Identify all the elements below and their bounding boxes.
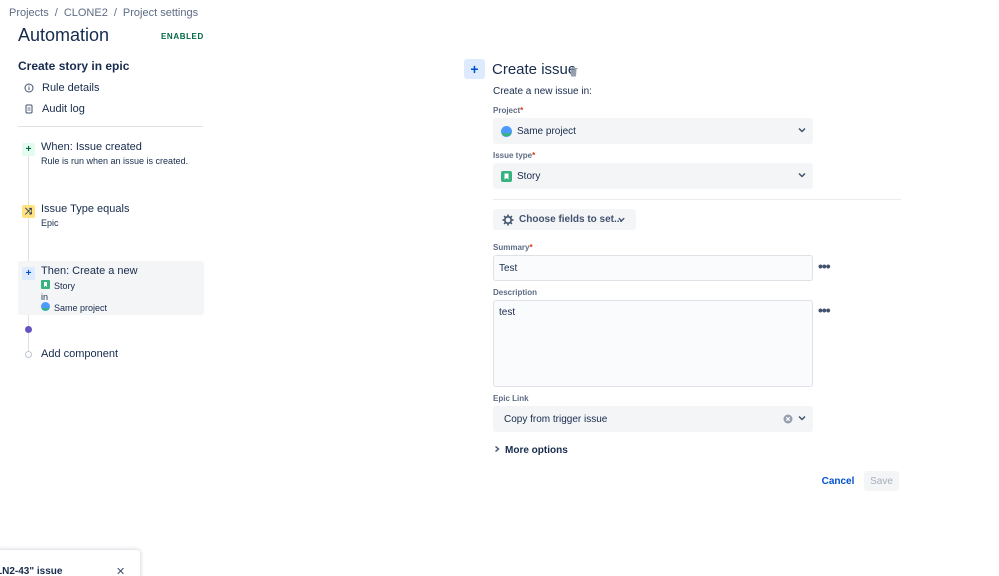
trash-icon[interactable]	[569, 64, 578, 80]
description-more-button[interactable]: •••	[818, 302, 831, 318]
project-select-value: Same project	[517, 125, 576, 137]
flow-add-dot[interactable]	[25, 326, 32, 333]
audit-log-label: Audit log	[42, 103, 85, 115]
story-icon	[41, 280, 50, 291]
action-issue-type: Story	[41, 280, 75, 291]
more-options-label: More options	[505, 445, 568, 456]
more-options-toggle[interactable]: More options	[493, 445, 568, 456]
flow-end-dot	[25, 351, 32, 358]
breadcrumb-project-settings[interactable]: Project settings	[123, 7, 198, 19]
trigger-component[interactable]: + When: Issue created Rule is run when a…	[18, 141, 204, 171]
breadcrumb: Projects / CLONE2 / Project settings	[9, 7, 198, 19]
epic-link-label: Epic Link	[493, 394, 529, 403]
sidebar-divider	[18, 126, 203, 127]
gear-icon	[502, 214, 514, 226]
close-icon[interactable]: ✕	[116, 565, 125, 576]
info-icon	[24, 83, 34, 93]
flow-connector-line	[28, 148, 29, 354]
project-label: Project*	[493, 106, 524, 115]
globe-icon	[41, 302, 50, 313]
shuffle-icon: ⤨	[22, 205, 35, 218]
project-select[interactable]: Same project	[493, 118, 813, 144]
action-project-label: Same project	[54, 302, 108, 313]
cancel-button[interactable]: Cancel	[818, 471, 858, 491]
issue-type-select[interactable]: Story	[493, 163, 813, 189]
condition-component[interactable]: ⤨ Issue Type equals Epic	[18, 203, 204, 233]
action-component[interactable]: + Then: Create a new Story in Same proje…	[18, 265, 204, 315]
rule-name: Create story in epic	[18, 59, 130, 73]
chevron-down-icon	[797, 413, 807, 426]
trigger-title: When: Issue created	[41, 141, 142, 153]
chevron-down-icon	[797, 170, 807, 183]
chevron-down-icon	[797, 125, 807, 138]
epic-link-select[interactable]: Copy from trigger issue	[493, 406, 813, 432]
epic-link-value: Copy from trigger issue	[504, 413, 608, 425]
action-issue-type-label: Story	[54, 280, 76, 291]
plus-icon: +	[464, 59, 485, 79]
panel-title: Create issue	[492, 61, 577, 78]
globe-icon	[501, 125, 512, 137]
trigger-plus-icon: +	[22, 143, 35, 156]
summary-more-button[interactable]: •••	[818, 258, 831, 274]
breadcrumb-clone2[interactable]: CLONE2	[64, 7, 108, 19]
action-title: Then: Create a new	[41, 265, 138, 277]
rule-details-label: Rule details	[42, 82, 100, 94]
panel-intro: Create a new issue in:	[493, 86, 592, 97]
status-badge[interactable]: ENABLED	[158, 31, 207, 42]
description-label: Description	[493, 288, 538, 297]
chevron-down-icon	[617, 215, 626, 227]
audit-log-link[interactable]: Audit log	[24, 103, 85, 115]
action-project: Same project	[41, 302, 107, 313]
issue-type-select-value: Story	[517, 170, 541, 182]
summary-label: Summary*	[493, 243, 533, 252]
add-component-link[interactable]: Add component	[41, 348, 118, 360]
toast-notification: LN2-43" issue ✕	[0, 550, 140, 576]
breadcrumb-projects[interactable]: Projects	[9, 7, 49, 19]
condition-subtitle: Epic	[41, 218, 59, 228]
choose-fields-button[interactable]: Choose fields to set...	[493, 209, 636, 230]
document-icon	[24, 104, 34, 114]
panel-divider	[493, 199, 901, 200]
condition-title: Issue Type equals	[41, 203, 130, 215]
story-icon	[501, 170, 512, 182]
action-plus-icon: +	[22, 267, 35, 280]
save-button[interactable]: Save	[864, 471, 899, 491]
description-textarea[interactable]: test	[493, 300, 813, 387]
breadcrumb-separator: /	[54, 7, 58, 19]
action-in-label: in	[41, 292, 49, 302]
summary-input[interactable]: Test	[493, 255, 813, 281]
trigger-subtitle: Rule is run when an issue is created.	[41, 156, 189, 166]
issue-type-label: Issue type*	[493, 151, 536, 160]
rule-details-link[interactable]: Rule details	[24, 82, 99, 94]
chevron-right-icon	[493, 445, 501, 456]
toast-text: LN2-43" issue	[0, 566, 63, 576]
page-title: Automation	[18, 25, 110, 45]
clear-icon[interactable]	[783, 414, 793, 427]
choose-fields-label: Choose fields to set...	[519, 214, 623, 225]
breadcrumb-separator: /	[113, 7, 117, 19]
